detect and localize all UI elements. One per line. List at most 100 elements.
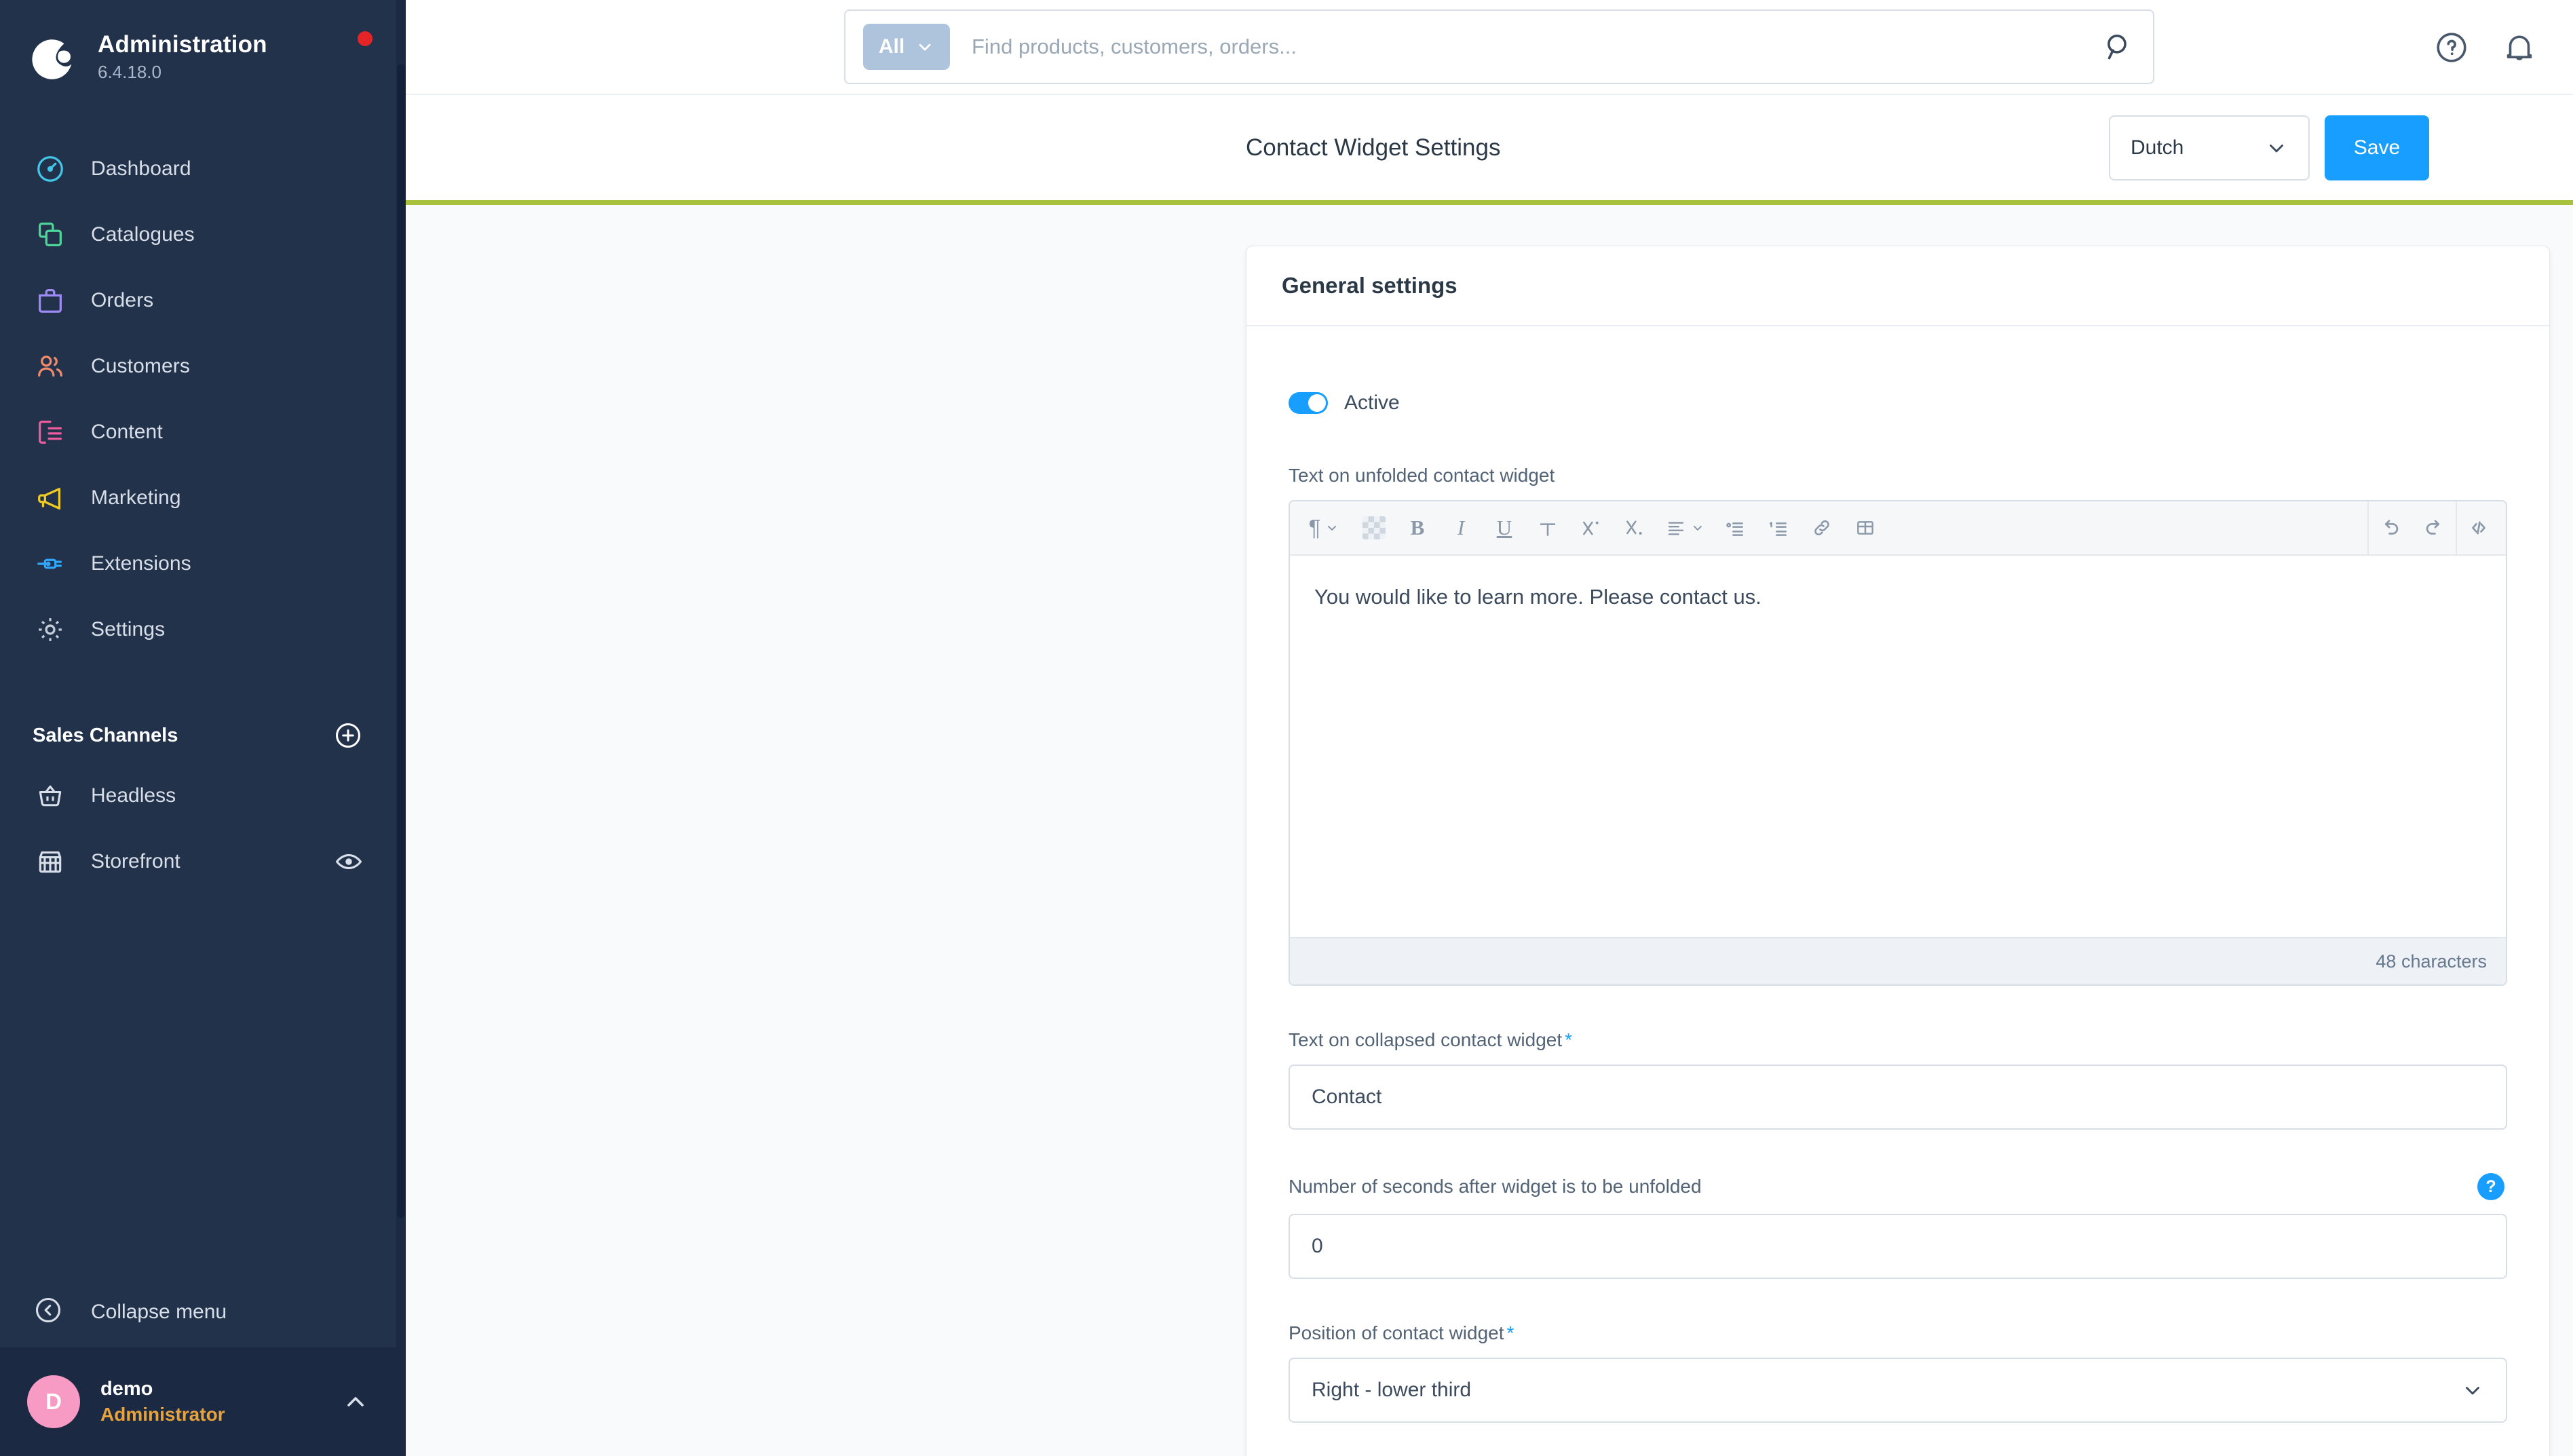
sidebar-item-label: Content <box>91 420 163 443</box>
text-align-dropdown[interactable] <box>1656 506 1713 550</box>
position-select-value: Right - lower third <box>1312 1379 1472 1401</box>
field-label-text: Text on collapsed contact widget <box>1289 1029 1563 1050</box>
seconds-field: Number of seconds after widget is to be … <box>1289 1173 2507 1279</box>
required-asterisk: * <box>1506 1322 1514 1343</box>
field-label-row: Text on unfolded contact widget <box>1289 465 2507 486</box>
active-toggle-label: Active <box>1344 391 1400 414</box>
toggle-knob <box>1308 394 1326 412</box>
bell-icon[interactable] <box>2501 29 2538 66</box>
position-select[interactable]: Right - lower third <box>1289 1358 2507 1423</box>
sidebar-item-content[interactable]: Content <box>0 399 406 465</box>
field-label: Number of seconds after widget is to be … <box>1289 1176 1702 1197</box>
field-label: Text on collapsed contact widget * <box>1289 1029 1572 1051</box>
sidebar: Administration 6.4.18.0 Dashboard Catalo… <box>0 0 406 1456</box>
sidebar-item-customers[interactable]: Customers <box>0 333 406 399</box>
card-title: General settings <box>1282 273 1457 298</box>
rich-text-editor: ¶ B I U You would like to learn more. Pl… <box>1289 500 2507 986</box>
ordered-list-icon[interactable] <box>1757 506 1800 550</box>
strikethrough-icon[interactable] <box>1526 506 1569 550</box>
sidebar-item-headless[interactable]: Headless <box>0 763 406 828</box>
main-area: All Find products, customers, orders... … <box>406 0 2573 1456</box>
sidebar-item-label: Headless <box>91 784 176 807</box>
undo-icon[interactable] <box>2369 506 2412 550</box>
sidebar-item-label: Catalogues <box>91 223 195 246</box>
page-header: Contact Widget Settings Dutch Save <box>406 95 2573 205</box>
sidebar-item-storefront[interactable]: Storefront <box>0 828 406 894</box>
general-settings-card: General settings Active Text on unfolded… <box>1246 246 2550 1456</box>
sidebar-item-marketing[interactable]: Marketing <box>0 465 406 531</box>
catalogues-icon <box>33 217 68 252</box>
active-toggle-row: Active <box>1289 391 2507 415</box>
code-view-icon[interactable] <box>2457 506 2500 550</box>
help-tooltip-icon[interactable]: ? <box>2477 1173 2504 1200</box>
collapsed-text-input[interactable] <box>1289 1065 2507 1130</box>
chevron-down-icon <box>919 43 931 51</box>
search-scope-dropdown[interactable]: All <box>863 24 950 70</box>
editor-character-count: 48 characters <box>1290 937 2506 984</box>
sidebar-item-catalogues[interactable]: Catalogues <box>0 202 406 267</box>
global-search: All <box>844 9 2154 84</box>
active-toggle[interactable] <box>1289 392 1328 414</box>
sidebar-item-settings[interactable]: Settings <box>0 596 406 662</box>
text-color-icon[interactable] <box>1352 506 1396 550</box>
collapse-menu-button[interactable]: Collapse menu <box>0 1277 406 1347</box>
topbar-actions <box>2433 0 2538 95</box>
sidebar-item-extensions[interactable]: Extensions <box>0 531 406 596</box>
sales-channels-header: Sales Channels <box>0 708 406 763</box>
sidebar-scrollbar-thumb[interactable] <box>397 64 405 1218</box>
chevron-left-circle-icon <box>33 1295 68 1330</box>
user-menu[interactable]: D demo Administrator <box>0 1347 406 1456</box>
editor-toolbar-left: ¶ B I U <box>1295 506 1887 550</box>
paragraph-format-dropdown[interactable]: ¶ <box>1295 506 1352 550</box>
sidebar-item-dashboard[interactable]: Dashboard <box>0 136 406 202</box>
sidebar-item-label: Customers <box>91 354 190 377</box>
basket-icon <box>33 778 68 813</box>
superscript-icon[interactable] <box>1569 506 1613 550</box>
sidebar-item-label: Dashboard <box>91 157 191 180</box>
card-header: General settings <box>1246 246 2549 326</box>
table-icon[interactable] <box>1844 506 1887 550</box>
topbar: All <box>406 0 2573 95</box>
chevron-up-icon[interactable] <box>342 1388 369 1415</box>
underline-icon[interactable]: U <box>1483 506 1526 550</box>
help-circle-icon[interactable] <box>2433 29 2470 66</box>
subscript-icon[interactable] <box>1613 506 1656 550</box>
search-icon[interactable] <box>2101 30 2135 64</box>
eye-icon[interactable] <box>334 847 364 877</box>
sidebar-scrollbar-track[interactable] <box>396 0 406 1456</box>
customers-icon <box>33 349 68 384</box>
page-title: Contact Widget Settings <box>1246 134 1501 161</box>
field-label-row: Position of contact widget * <box>1289 1322 2507 1344</box>
shopware-logo-icon <box>28 33 79 83</box>
seconds-input[interactable] <box>1289 1214 2507 1279</box>
search-input[interactable] <box>950 35 2101 59</box>
avatar: D <box>27 1375 80 1428</box>
sidebar-item-label: Extensions <box>91 552 191 575</box>
italic-icon[interactable]: I <box>1439 506 1483 550</box>
redo-icon[interactable] <box>2412 506 2456 550</box>
brand: Administration 6.4.18.0 <box>0 0 406 95</box>
sidebar-item-orders[interactable]: Orders <box>0 267 406 333</box>
collapsed-text-field: Text on collapsed contact widget * <box>1289 1029 2507 1130</box>
page-header-actions: Dutch Save <box>2109 115 2429 180</box>
brand-version: 6.4.18.0 <box>98 61 161 82</box>
bold-icon[interactable]: B <box>1396 506 1439 550</box>
marketing-icon <box>33 480 68 516</box>
bullet-list-icon[interactable] <box>1713 506 1757 550</box>
dashboard-icon <box>33 151 68 187</box>
field-label-row: Number of seconds after widget is to be … <box>1289 1173 2507 1200</box>
language-select[interactable]: Dutch <box>2109 115 2310 180</box>
plus-circle-icon[interactable] <box>332 720 364 751</box>
main-navigation: Dashboard Catalogues Orders Customers Co… <box>0 136 406 662</box>
app-root: Administration 6.4.18.0 Dashboard Catalo… <box>0 0 2573 1456</box>
sidebar-item-label: Marketing <box>91 486 181 509</box>
field-label-text: Position of contact widget <box>1289 1322 1504 1343</box>
sidebar-item-label: Settings <box>91 617 166 640</box>
link-icon[interactable] <box>1800 506 1844 550</box>
position-field: Position of contact widget * Right - lowe… <box>1289 1322 2507 1423</box>
save-button[interactable]: Save <box>2325 115 2429 180</box>
storefront-icon <box>33 844 68 879</box>
editor-content[interactable]: You would like to learn more. Please con… <box>1290 556 2506 937</box>
field-label: Text on unfolded contact widget <box>1289 465 1555 486</box>
